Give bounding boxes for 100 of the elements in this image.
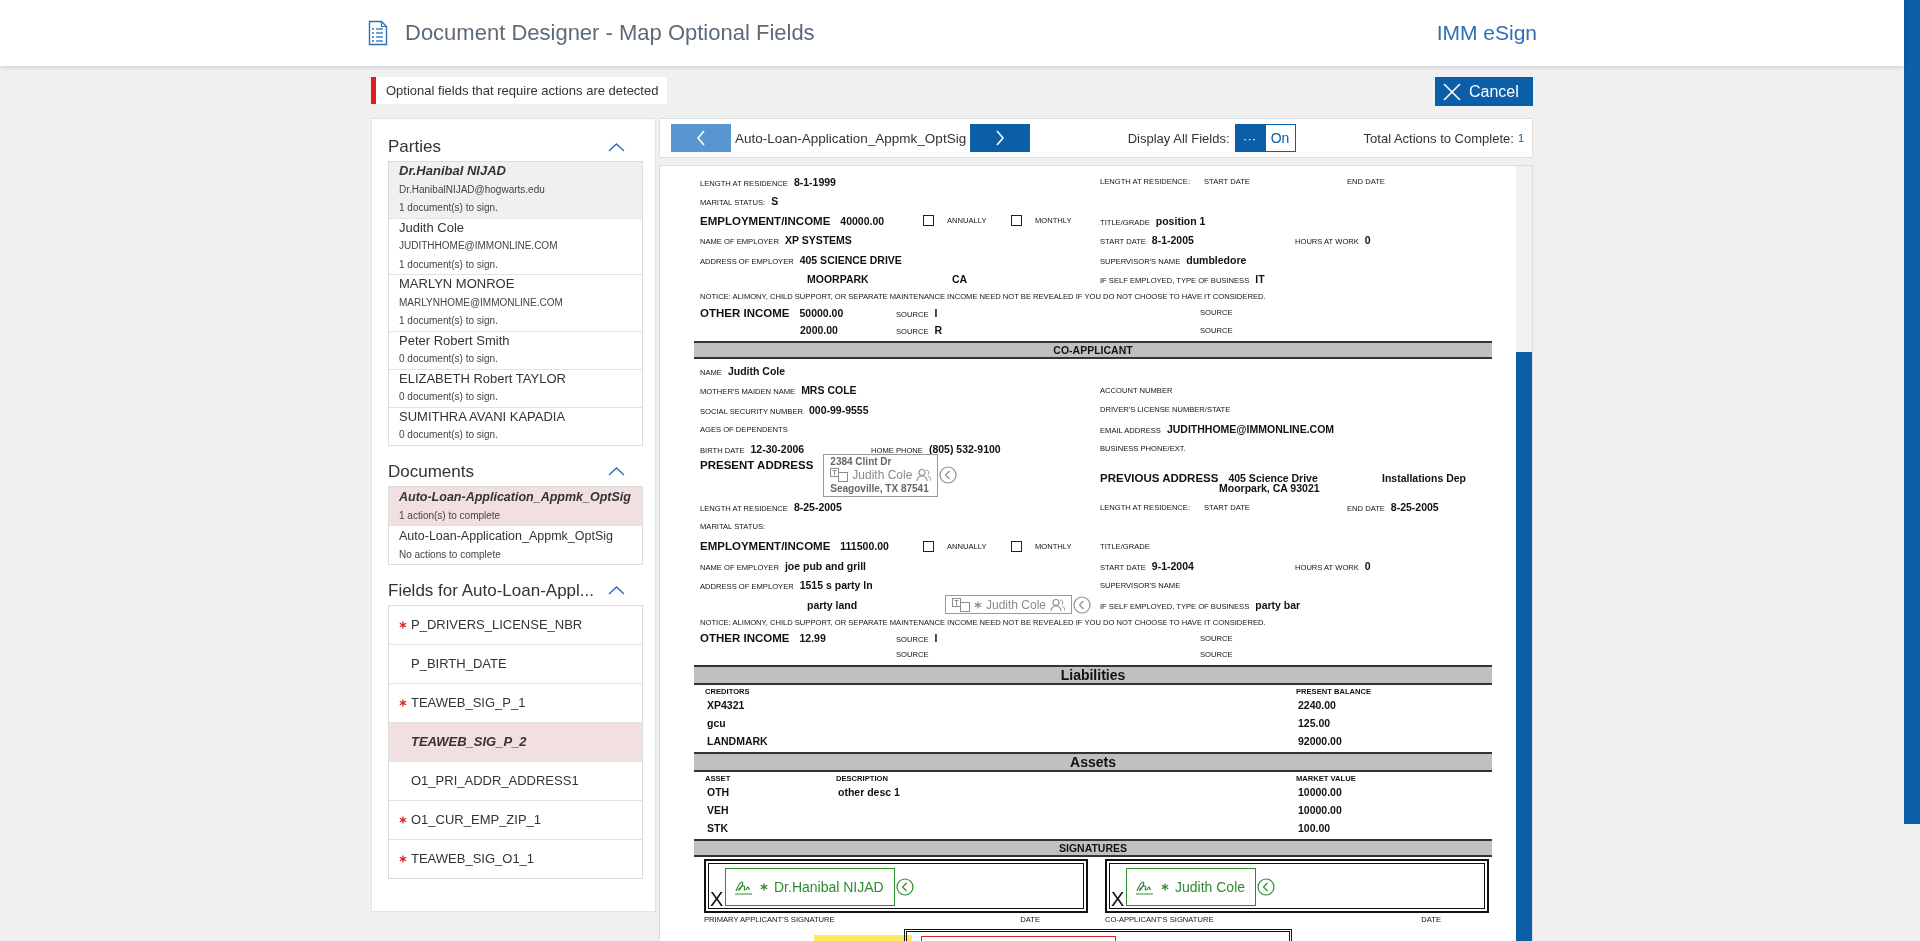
cancel-button[interactable]: Cancel — [1435, 77, 1533, 106]
field-value: Judith Cole — [727, 364, 786, 377]
field-value: party bar — [1255, 598, 1301, 611]
field-item[interactable]: TEAWEB_SIG_P_2 — [389, 722, 642, 762]
field-marker[interactable]: 2384 Clint Dr Judith Cole Seagoville, TX 87541 — [823, 453, 939, 497]
table-cell-text: gcu — [707, 716, 727, 729]
field-value: 8-1-2005 — [1151, 234, 1194, 247]
field-marker[interactable]: Judith Cole — [945, 595, 1073, 614]
field-item[interactable]: P_DRIVERS_LICENSE_NBR — [389, 605, 642, 645]
party-email: JUDITHHOME@IMMONLINE.COM — [399, 239, 559, 253]
sign-mark: X — [1111, 887, 1125, 911]
party-status: 1 document(s) to sign. — [399, 257, 499, 272]
field-value: 405 SCIENCE DRIVE — [799, 253, 902, 266]
field-item[interactable]: P_BIRTH_DATE — [389, 644, 642, 684]
next-button[interactable] — [970, 124, 1031, 152]
field-heading: EMPLOYMENT/INCOME — [700, 540, 831, 553]
section-title: Parties — [388, 137, 441, 157]
checkbox[interactable] — [923, 540, 934, 552]
signer-name: Judith Cole — [1175, 878, 1246, 895]
chevron-up-icon[interactable] — [608, 141, 625, 153]
field-item[interactable]: O1_CUR_EMP_ZIP_1 — [389, 800, 642, 840]
signature-field[interactable]: Dr.Hanibal NIJAD — [725, 867, 895, 906]
toggle-handle[interactable]: ··· — [1234, 124, 1265, 152]
chevron-circle-icon[interactable] — [939, 466, 958, 484]
chevron-up-icon[interactable] — [608, 466, 625, 477]
document-status: No actions to complete — [399, 547, 502, 562]
brand-name: IMM eSign — [1436, 21, 1537, 45]
toggle-switch[interactable]: ··· On — [1234, 124, 1296, 152]
party-email: MARLYNHOME@IMMONLINE.COM — [399, 295, 564, 310]
actions-count: 1 — [1517, 132, 1524, 144]
section-header: Liabilities — [694, 664, 1492, 685]
field-value: 2384 Clint Dr — [830, 455, 892, 468]
signature-field[interactable]: Judith Cole — [1126, 867, 1257, 906]
party-name: Peter Robert Smith — [399, 331, 511, 350]
checkbox[interactable] — [1011, 215, 1022, 227]
field-value: 9-1-2004 — [1151, 559, 1194, 572]
party-item[interactable]: Peter Robert Smith 0 document(s) to sign. — [389, 331, 642, 370]
party-status: 0 document(s) to sign. — [399, 390, 499, 404]
table-cell-text: VEH — [707, 803, 730, 816]
field-value: CA — [952, 273, 968, 286]
field-value: MRS COLE — [801, 384, 857, 397]
people-icon — [916, 468, 932, 482]
party-status: 0 document(s) to sign. — [399, 352, 499, 366]
signer-name: Judith Cole — [852, 468, 913, 482]
field-item[interactable]: TEAWEB_SIG_O1_1 — [389, 839, 642, 878]
party-name: Dr.Hanibal NIJAD — [399, 162, 507, 180]
close-icon — [1443, 82, 1461, 101]
field-value: dumbledore — [1186, 253, 1247, 266]
scrollbar-thumb[interactable] — [1516, 352, 1532, 941]
sign-mark: X — [710, 887, 724, 911]
party-item[interactable]: Dr.Hanibal NIJAD Dr.HanibalNIJAD@hogwarts.edu 1 document(s) to sign. — [389, 162, 642, 219]
scrollbar-thumb[interactable] — [1904, 0, 1920, 824]
chevron-up-icon[interactable] — [608, 585, 625, 596]
signer-name: Dr.Hanibal NIJAD — [774, 878, 884, 895]
field-value: Installations Dep — [1382, 471, 1466, 484]
section-title: Fields for Auto-Loan-Appl... — [388, 580, 594, 601]
checkbox[interactable] — [1011, 540, 1022, 552]
document-item[interactable]: Auto-Loan-Application_Appmk_OptSig 1 action(s) to complete — [389, 486, 642, 526]
field-value: Seagoville, TX 87541 — [830, 482, 929, 495]
field-item[interactable]: O1_PRI_ADDR_ADDRESS1 — [389, 761, 642, 801]
chevron-circle-icon[interactable] — [1257, 877, 1276, 896]
party-item[interactable]: ELIZABETH Robert TAYLOR 0 document(s) to sign. — [389, 369, 642, 408]
signature-icon — [1135, 878, 1155, 895]
table-cell-text: other desc 1 — [838, 785, 901, 798]
field-value: 12-30-2006 — [750, 442, 805, 455]
field-value: 0 — [1364, 234, 1371, 247]
chevron-left-icon — [697, 130, 705, 146]
document-name: Auto-Loan-Application_Appmk_OptSig — [399, 527, 615, 545]
checkbox[interactable] — [923, 215, 934, 227]
field-item[interactable]: TEAWEB_SIG_P_1 — [389, 683, 642, 723]
chevron-circle-icon[interactable] — [895, 877, 914, 896]
chevron-right-icon — [996, 130, 1005, 146]
field-value: 8-25-2005 — [793, 501, 842, 514]
chevron-circle-icon[interactable] — [1073, 595, 1092, 614]
field-value: 111500.00 — [840, 540, 889, 553]
people-icon — [1050, 597, 1066, 612]
party-name: SUMITHRA AVANI KAPADIA — [399, 407, 567, 426]
field-value: MOORPARK — [807, 273, 869, 286]
document-item[interactable]: Auto-Loan-Application_Appmk_OptSig No actions to complete — [389, 525, 642, 564]
field-value: Moorpark, CA 93021 — [1219, 481, 1320, 494]
party-status: 1 document(s) to sign. — [399, 201, 499, 215]
field-value: 40000.00 — [840, 214, 885, 227]
party-item[interactable]: Judith Cole JUDITHHOME@IMMONLINE.COM 1 document(s) to sign. — [389, 218, 642, 275]
field-value: 8-1-1999 — [793, 175, 836, 188]
party-item[interactable]: MARLYN MONROE MARLYNHOME@IMMONLINE.COM 1 document(s) to sign. — [389, 275, 642, 332]
field-value: party land — [807, 598, 858, 611]
field-heading: OTHER INCOME — [700, 306, 790, 319]
party-item[interactable]: SUMITHRA AVANI KAPADIA 0 document(s) to sign. — [389, 407, 642, 445]
toggle-label: Display All Fields: — [1127, 130, 1230, 146]
text-field-icon — [830, 468, 849, 482]
table-cell-text: 2240.00 — [1298, 698, 1337, 711]
field-value: 000-99-9555 — [808, 403, 869, 416]
section-header: SIGNATURES — [694, 838, 1492, 857]
field-value: I — [934, 632, 938, 644]
field-value: JUDITHHOME@IMMONLINE.COM — [1166, 423, 1335, 436]
document-status: 1 action(s) to complete — [399, 508, 502, 523]
table-cell-text: 125.00 — [1298, 716, 1332, 729]
field-heading: EMPLOYMENT/INCOME — [700, 214, 831, 227]
field-value: 405 Science Drive — [1228, 471, 1318, 484]
field-value: I — [934, 306, 938, 319]
